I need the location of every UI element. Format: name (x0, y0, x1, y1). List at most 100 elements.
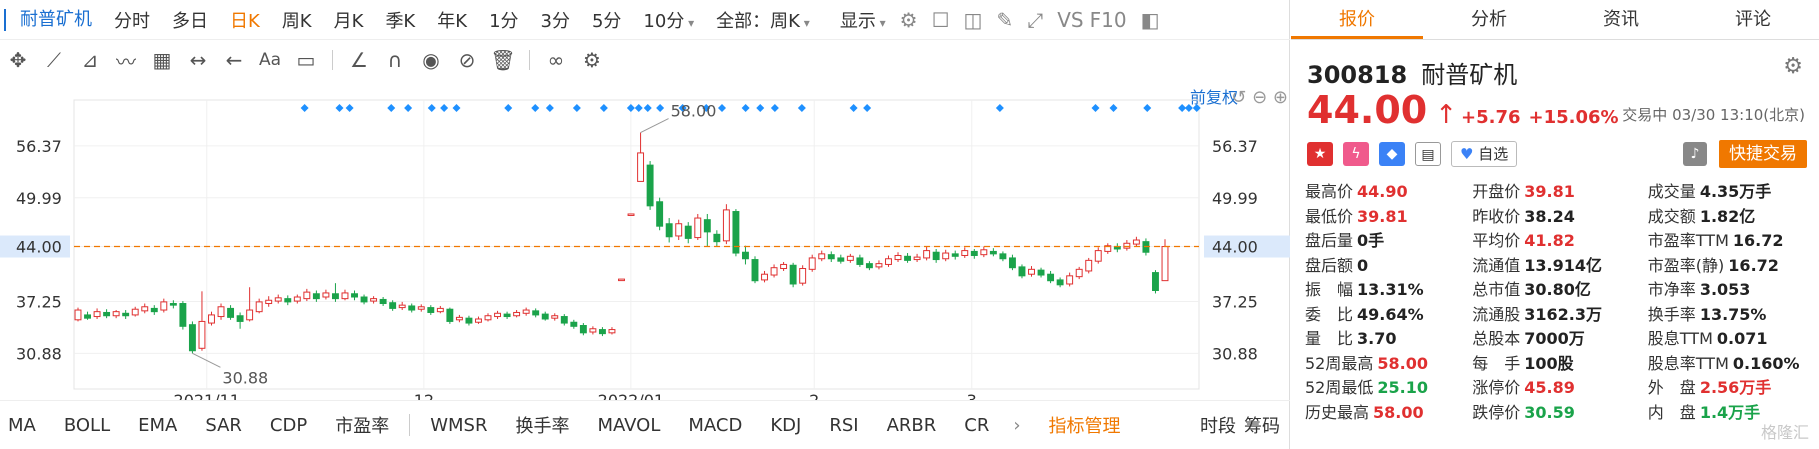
ind-boll[interactable]: BOLL (64, 415, 110, 436)
tool-settings-icon[interactable]: ⚙ (574, 48, 610, 72)
ind-arbr[interactable]: ARBR (887, 415, 937, 436)
trash-icon[interactable]: 🗑 (485, 48, 521, 72)
tag-icon[interactable]: ◆ (1379, 142, 1405, 166)
candle-body (808, 257, 816, 270)
candle-body (303, 291, 311, 300)
checkbox-icon[interactable]: ☐ (932, 8, 950, 32)
polyline-tool-icon[interactable]: ⊿ (72, 48, 108, 72)
quote-label: 外 盘 (1647, 378, 1696, 398)
pen-icon[interactable]: ✎ (996, 8, 1013, 32)
tf-niank[interactable]: 年K (437, 7, 467, 33)
period-button[interactable]: 时段 (1200, 412, 1236, 438)
event-markers[interactable] (300, 104, 1201, 112)
quote-label: 流通股 (1472, 304, 1521, 324)
quick-trade-button[interactable]: 快捷交易 (1719, 140, 1807, 168)
display-menu[interactable]: 显示 (840, 7, 886, 33)
candle-body (1066, 275, 1074, 285)
flash-icon[interactable]: ϟ (1343, 142, 1369, 166)
quote-cell: 委 比 49.64% (1305, 301, 1472, 325)
line-tool-icon[interactable]: ⟋ (36, 48, 72, 72)
magnet-icon[interactable]: ∩ (377, 48, 413, 72)
y-tick-label: 44.00 (16, 238, 62, 257)
candle-body (608, 329, 616, 334)
candle-body (188, 324, 196, 352)
chevron-right-icon[interactable]: › (1013, 415, 1020, 436)
range-tool-icon[interactable]: ↔ (180, 48, 216, 72)
eye-icon[interactable]: ◉ (413, 48, 449, 72)
f10-button[interactable]: F10 (1090, 8, 1127, 32)
quote-cell: 市盈率TTM 16.72 (1648, 227, 1815, 251)
camera-icon[interactable]: ◫ (964, 8, 983, 32)
kline-chart[interactable]: 前复权 ↺ ⊖ ⊕ 56.3749.9944.0037.2530.88 56.3… (0, 80, 1290, 400)
arrow-tool-icon[interactable]: ← (216, 48, 252, 72)
zoom-controls-icon[interactable]: ↺ ⊖ ⊕ (1231, 87, 1288, 108)
move-icon[interactable]: ✥ (0, 48, 36, 72)
ind-mavol[interactable]: MAVOL (597, 415, 660, 436)
fib-tool-icon[interactable]: ▦ (144, 48, 180, 72)
sidebar-toggle-icon[interactable]: ◧ (1141, 8, 1160, 32)
wave-tool-icon[interactable]: 〰 (108, 46, 144, 75)
candle-body (103, 311, 111, 317)
ind-cr[interactable]: CR (964, 415, 989, 436)
tf-10min[interactable]: 10分 (643, 7, 694, 33)
candle-body (532, 310, 540, 316)
quote-cell: 52周最高 58.00 (1305, 350, 1472, 374)
chip-button[interactable]: 筹码 (1244, 412, 1280, 438)
ind-ma[interactable]: MA (8, 415, 36, 436)
tab-analysis[interactable]: 分析 (1423, 0, 1555, 39)
ind-rsi[interactable]: RSI (829, 415, 858, 436)
tf-5min[interactable]: 5分 (592, 7, 621, 33)
panel-settings-icon[interactable]: ⚙ (1783, 54, 1803, 79)
vs-button[interactable]: VS (1057, 8, 1083, 32)
tab-comments[interactable]: 评论 (1687, 0, 1819, 39)
event-marker-icon (643, 104, 652, 112)
candle-body (389, 302, 397, 309)
candle-body (837, 257, 845, 262)
ind-kdj[interactable]: KDJ (770, 415, 801, 436)
tf-duori[interactable]: 多日 (172, 7, 208, 33)
tf-fenshi[interactable]: 分时 (114, 7, 150, 33)
settings-icon[interactable]: ⚙ (900, 8, 918, 32)
ind-ema[interactable]: EMA (138, 415, 177, 436)
tab-quote[interactable]: 报价 (1291, 0, 1423, 39)
tf-zhouk[interactable]: 周K (282, 7, 312, 33)
quote-row: 最低价 39.81 昨收价 38.24 成交额 1.82亿 (1305, 203, 1815, 228)
period-select[interactable]: 全部：周K (716, 7, 810, 33)
quote-label: 成交额 (1647, 206, 1696, 226)
text-tool-icon[interactable]: Aa (252, 50, 288, 70)
stock-name[interactable]: 耐普矿机 (4, 8, 92, 31)
add-watchlist-button[interactable]: ♥ 自选 (1451, 141, 1518, 167)
bell-icon[interactable]: ♪ (1683, 142, 1707, 166)
candle-body (770, 267, 778, 276)
indicator-manage-button[interactable]: 指标管理 (1049, 412, 1121, 438)
tf-3min[interactable]: 3分 (541, 7, 570, 33)
tf-jik[interactable]: 季K (385, 7, 415, 33)
ind-cdp[interactable]: CDP (270, 415, 307, 436)
quote-value: 58.00 (1377, 353, 1428, 373)
quote-row: 52周最高 58.00 每 手 100股 股息率TTM 0.160% (1305, 350, 1815, 375)
note-icon[interactable]: ▤ (1415, 142, 1441, 166)
quote-panel: 报价 分析 资讯 评论 300818 耐普矿机 ⚙ 44.00 ↑ +5.76 +… (1291, 0, 1819, 449)
tf-1min[interactable]: 1分 (489, 7, 518, 33)
quote-label: 振 幅 (1305, 280, 1354, 300)
ind-turnover[interactable]: 换手率 (515, 412, 569, 438)
candle-body (789, 264, 797, 285)
ind-wmsr[interactable]: WMSR (430, 415, 487, 436)
candle-body (150, 307, 158, 313)
ind-pe[interactable]: 市盈率 (335, 412, 389, 438)
link-icon[interactable]: ∞ (538, 48, 574, 72)
quote-cell: 总股本 7000万 (1472, 325, 1648, 349)
candle-body (1161, 246, 1169, 282)
hide-icon[interactable]: ⊘ (449, 48, 485, 72)
comment-tool-icon[interactable]: ▭ (288, 48, 324, 72)
candle-body (122, 312, 130, 317)
last-price: 44.00 (1307, 88, 1428, 132)
tf-rik[interactable]: 日K (230, 7, 260, 33)
ind-macd[interactable]: MACD (688, 415, 742, 436)
tab-news[interactable]: 资讯 (1555, 0, 1687, 39)
tf-yuek[interactable]: 月K (334, 7, 364, 33)
candle-body (665, 223, 673, 238)
ind-sar[interactable]: SAR (205, 415, 242, 436)
angle-tool-icon[interactable]: ∠ (341, 48, 377, 72)
fullscreen-icon[interactable]: ⤢ (1027, 8, 1043, 32)
